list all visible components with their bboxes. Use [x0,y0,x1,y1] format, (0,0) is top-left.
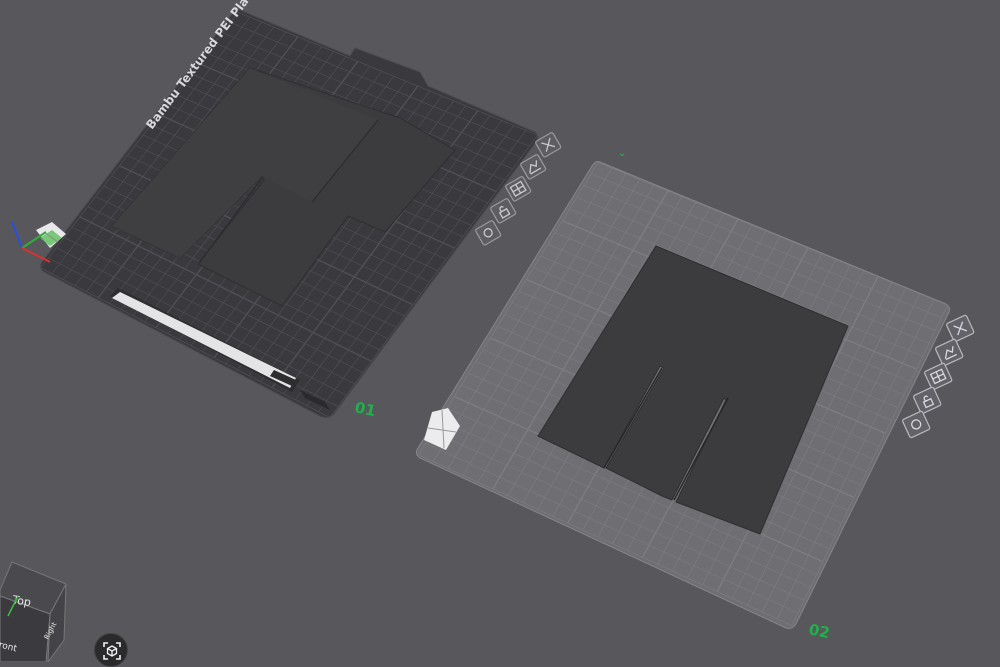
plate-02-close-button[interactable] [946,314,975,343]
plate-02-number: 02 [807,620,831,642]
plate-01-arrange-button[interactable] [505,176,532,202]
fit-view-icon [103,642,121,660]
plate-01-lock-button[interactable] [490,198,517,224]
3d-viewport[interactable]: Bambu Textured PEI Plate 01 02 ⌄ Top Fro… [0,0,1000,662]
plate-02-lock-button[interactable] [913,386,942,415]
plate-02-settings-button[interactable] [902,410,931,439]
plate-02[interactable]: 02 ⌄ [415,148,951,642]
plate-02-axis-tick: ⌄ [618,148,626,159]
plate-01[interactable]: Bambu Textured PEI Plate 01 [11,0,539,420]
plate-01-settings-button[interactable] [475,220,502,246]
view-cube[interactable]: Top Front Right [0,561,67,662]
plate-02-auto-orient-button[interactable] [935,338,964,367]
plate-01-number: 01 [353,398,377,420]
plate-02-arrange-button[interactable] [924,362,953,391]
plate-01-close-button[interactable] [535,132,562,158]
